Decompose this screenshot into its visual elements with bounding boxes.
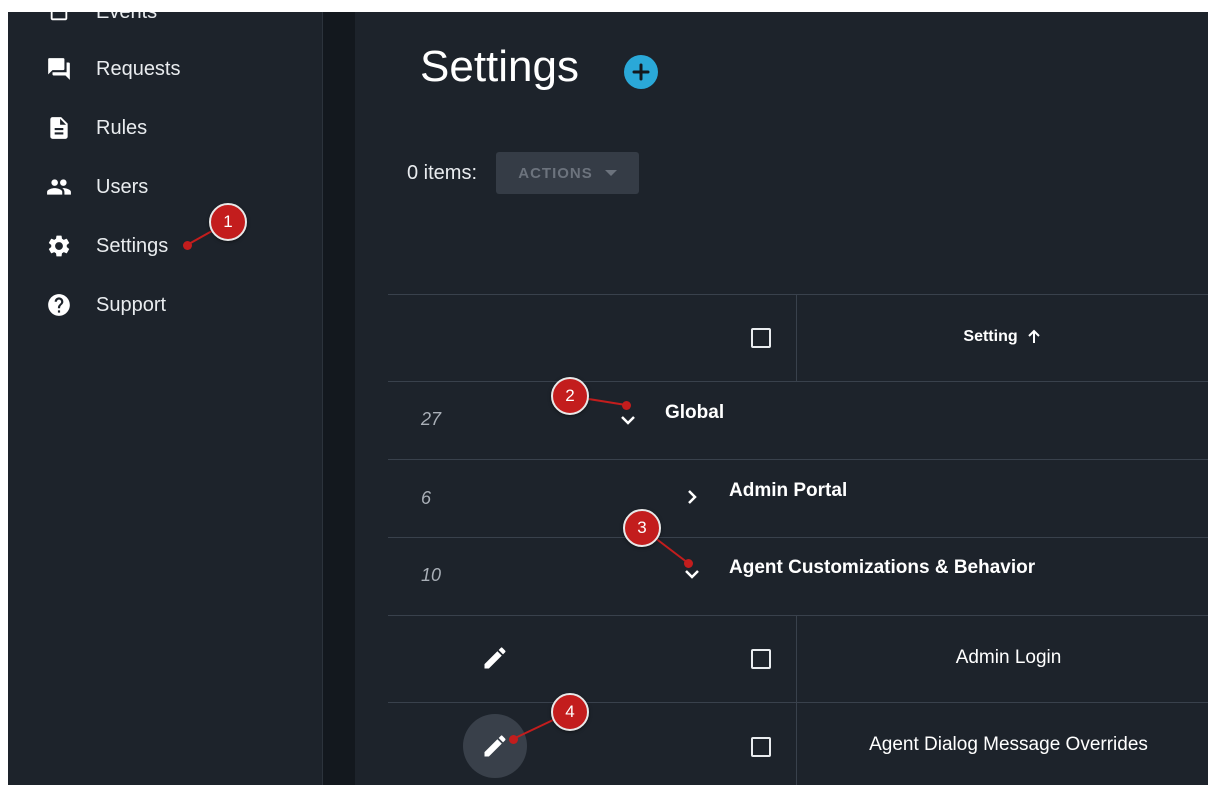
sidebar-item-label: Events (96, 12, 157, 24)
sidebar-item-settings[interactable]: Settings (8, 226, 322, 266)
gear-icon (46, 233, 72, 259)
sidebar: Events Requests Rules Users Settings (8, 12, 323, 785)
app-window: Events Requests Rules Users Settings (8, 12, 1208, 785)
sidebar-item-label: Settings (96, 234, 169, 257)
sidebar-item-label: Rules (96, 116, 148, 139)
pencil-icon (484, 735, 506, 757)
sidebar-item-rules[interactable]: Rules (8, 108, 322, 148)
add-setting-button[interactable] (624, 55, 658, 89)
plus-icon (632, 63, 650, 81)
edit-button[interactable] (463, 626, 527, 690)
page-title: Settings (420, 42, 579, 91)
setting-name[interactable]: Agent Dialog Message Overrides (797, 734, 1208, 756)
group-title: Global (665, 402, 725, 423)
edit-button[interactable] (463, 714, 527, 778)
column-header-label: Setting (963, 328, 1018, 345)
panel-divider (323, 12, 355, 785)
annotation-marker: 2 (551, 377, 589, 415)
table-divider (388, 615, 1208, 616)
select-all-checkbox[interactable] (751, 328, 771, 348)
annotation-marker: 1 (209, 203, 247, 241)
events-icon (46, 12, 72, 25)
sidebar-item-users[interactable]: Users (8, 167, 322, 207)
setting-name[interactable]: Admin Login (797, 647, 1208, 669)
sidebar-item-requests[interactable]: Requests (8, 49, 322, 89)
table-divider (388, 537, 1208, 538)
group-count: 27 (421, 409, 442, 429)
table-divider (388, 381, 1208, 382)
row-checkbox[interactable] (751, 737, 771, 757)
sidebar-item-label: Support (96, 293, 167, 316)
annotation-marker: 3 (623, 509, 661, 547)
table-divider (388, 702, 1208, 703)
pencil-icon (484, 647, 506, 669)
group-title: Admin Portal (729, 480, 848, 501)
group-title: Agent Customizations & Behavior (729, 557, 1036, 578)
actions-dropdown[interactable]: ACTIONS (496, 152, 639, 194)
sidebar-item-events[interactable]: Events (8, 12, 322, 32)
table-divider (388, 459, 1208, 460)
setting-column-header[interactable]: Setting (797, 294, 1208, 380)
chevron-right-icon[interactable] (682, 487, 702, 507)
arrow-up-icon (1027, 329, 1040, 343)
annotation-dot (509, 735, 518, 744)
annotation-marker: 4 (551, 693, 589, 731)
help-circle-icon (46, 292, 72, 318)
items-count: 0 items: (407, 162, 478, 184)
main-content: Settings 0 items: ACTIONS Setting 27 Glo… (355, 12, 1208, 785)
people-icon (46, 174, 72, 200)
caret-down-icon (604, 170, 617, 176)
sidebar-item-label: Requests (96, 57, 181, 80)
column-divider (796, 615, 797, 785)
group-count: 10 (421, 565, 442, 585)
annotation-dot (684, 559, 693, 568)
chevron-down-icon[interactable] (618, 410, 638, 430)
annotation-dot (183, 241, 192, 250)
sidebar-item-label: Users (96, 175, 149, 198)
actions-label: ACTIONS (518, 164, 593, 182)
document-icon (46, 115, 72, 141)
annotation-dot (622, 401, 631, 410)
group-count: 6 (421, 488, 432, 508)
sidebar-item-support[interactable]: Support (8, 285, 322, 325)
forum-icon (46, 56, 72, 82)
row-checkbox[interactable] (751, 649, 771, 669)
